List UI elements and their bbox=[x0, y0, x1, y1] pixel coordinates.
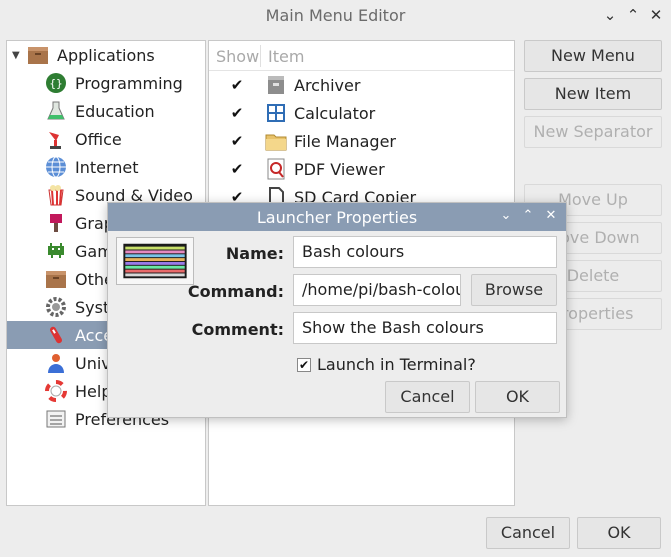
tree-item-office[interactable]: Office bbox=[7, 125, 205, 153]
applications-icon bbox=[27, 44, 49, 66]
column-separator bbox=[260, 45, 261, 67]
item-label: Archiver bbox=[294, 75, 361, 95]
cancel-button[interactable]: Cancel bbox=[486, 517, 570, 549]
tree-item-label: Internet bbox=[75, 157, 139, 177]
comment-field[interactable]: Show the Bash colours bbox=[293, 312, 557, 344]
graphics-icon bbox=[45, 212, 67, 234]
dialog-ok-button[interactable]: OK bbox=[475, 381, 560, 413]
window-titlebar: Main Menu Editor ⌄ ⌃ ✕ bbox=[0, 0, 671, 32]
calculator-icon bbox=[265, 102, 287, 124]
item-row-file-manager[interactable]: ✔ File Manager bbox=[209, 127, 514, 155]
item-label: File Manager bbox=[294, 131, 396, 151]
show-checkbox[interactable]: ✔ bbox=[229, 77, 245, 93]
item-row-archiver[interactable]: ✔ Archiver bbox=[209, 71, 514, 99]
launch-in-terminal-label: Launch in Terminal? bbox=[317, 355, 476, 374]
new-item-button[interactable]: New Item bbox=[524, 78, 662, 110]
universal-access-icon bbox=[45, 352, 67, 374]
close-button[interactable]: ✕ bbox=[646, 6, 666, 24]
item-row-pdf-viewer[interactable]: ✔ PDF Viewer bbox=[209, 155, 514, 183]
games-icon bbox=[45, 240, 67, 262]
tree-item-education[interactable]: Education bbox=[7, 97, 205, 125]
show-checkbox[interactable]: ✔ bbox=[229, 105, 245, 121]
tree-item-label: Office bbox=[75, 129, 122, 149]
window-title: Main Menu Editor bbox=[265, 6, 406, 25]
pdf-viewer-icon bbox=[265, 158, 287, 180]
dialog-cancel-button[interactable]: Cancel bbox=[385, 381, 470, 413]
item-label: Calculator bbox=[294, 103, 376, 123]
launch-in-terminal-checkbox[interactable]: ✔ Launch in Terminal? bbox=[297, 355, 476, 374]
command-field[interactable]: /home/pi/bash-colours bbox=[293, 274, 461, 306]
show-checkbox[interactable]: ✔ bbox=[229, 161, 245, 177]
system-tools-icon bbox=[45, 296, 67, 318]
tree-item-label: Education bbox=[75, 101, 155, 121]
new-separator-button[interactable]: New Separator bbox=[524, 116, 662, 148]
launcher-properties-dialog: Launcher Properties ⌄ ⌃ ✕ Name: Bash col… bbox=[107, 202, 567, 418]
tree-item-applications[interactable]: ▼ Applications bbox=[7, 41, 205, 69]
dialog-minimize-button[interactable]: ⌄ bbox=[498, 208, 514, 223]
office-icon bbox=[45, 128, 67, 150]
item-list-header: Show Item bbox=[209, 41, 514, 71]
other-icon bbox=[45, 268, 67, 290]
dialog-close-button[interactable]: ✕ bbox=[543, 208, 559, 223]
internet-icon bbox=[45, 156, 67, 178]
checkbox-box[interactable]: ✔ bbox=[297, 357, 311, 372]
education-icon bbox=[45, 100, 67, 122]
new-menu-button[interactable]: New Menu bbox=[524, 40, 662, 72]
sound-video-icon bbox=[45, 184, 67, 206]
preferences-icon bbox=[45, 408, 67, 430]
show-checkbox[interactable]: ✔ bbox=[229, 133, 245, 149]
command-label: Command: bbox=[187, 282, 284, 301]
column-header-show[interactable]: Show bbox=[216, 47, 259, 66]
tree-item-programming[interactable]: {} Programming bbox=[7, 69, 205, 97]
expander-icon[interactable]: ▼ bbox=[12, 50, 20, 61]
name-label: Name: bbox=[225, 244, 284, 263]
tree-item-internet[interactable]: Internet bbox=[7, 153, 205, 181]
comment-label: Comment: bbox=[191, 320, 284, 339]
dialog-maximize-button[interactable]: ⌃ bbox=[520, 208, 536, 223]
name-field[interactable]: Bash colours bbox=[293, 236, 557, 268]
item-row-calculator[interactable]: ✔ Calculator bbox=[209, 99, 514, 127]
folder-icon bbox=[265, 130, 287, 152]
tree-item-label: Help bbox=[75, 381, 112, 401]
launcher-icon-button[interactable] bbox=[116, 237, 194, 285]
maximize-button[interactable]: ⌃ bbox=[623, 6, 643, 24]
dialog-titlebar: Launcher Properties ⌄ ⌃ ✕ bbox=[108, 203, 566, 231]
programming-icon: {} bbox=[45, 72, 67, 94]
item-label: PDF Viewer bbox=[294, 159, 385, 179]
browse-button[interactable]: Browse bbox=[471, 274, 557, 306]
minimize-button[interactable]: ⌄ bbox=[600, 6, 620, 24]
accessories-icon bbox=[45, 324, 67, 346]
ok-button[interactable]: OK bbox=[577, 517, 661, 549]
column-header-item[interactable]: Item bbox=[268, 47, 304, 66]
tree-item-label: Applications bbox=[57, 45, 155, 65]
archiver-icon bbox=[265, 74, 287, 96]
svg-text:{}: {} bbox=[49, 77, 62, 90]
bash-colours-icon bbox=[123, 243, 187, 279]
tree-item-label: Programming bbox=[75, 73, 183, 93]
help-icon bbox=[45, 380, 67, 402]
